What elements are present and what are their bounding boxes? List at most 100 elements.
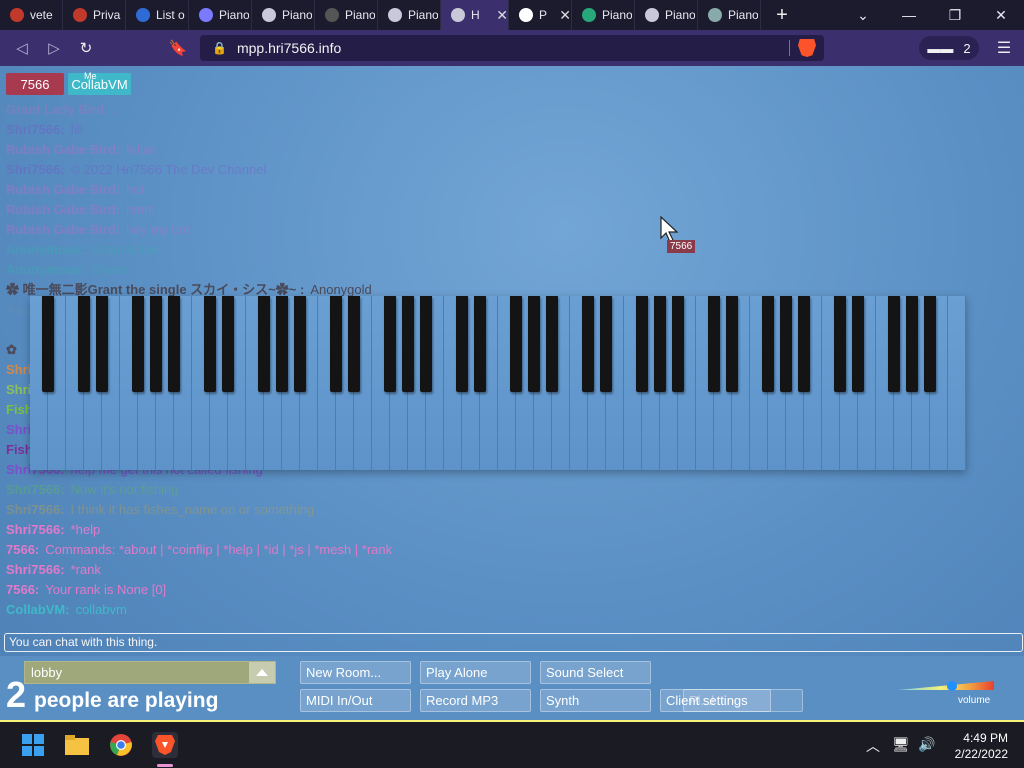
minimize-icon[interactable]: — [886,0,932,30]
chrome-icon[interactable] [108,732,134,758]
browser-tab[interactable]: Piano [315,0,378,30]
windows-start-icon[interactable] [20,732,46,758]
volume-slider[interactable] [898,680,994,694]
menu-icon[interactable]: ☰ [992,36,1016,60]
black-key[interactable] [294,296,306,392]
chat-message: CollabVM: collabvm [6,600,1006,620]
black-key[interactable] [780,296,792,392]
black-key[interactable] [42,296,54,392]
chat-author: 7566: [6,582,40,597]
forward-icon[interactable]: ▷ [42,36,66,60]
brave-shields-icon[interactable] [798,39,816,57]
browser-tab[interactable]: Piano [635,0,698,30]
tab-label: Piano [602,8,632,22]
sunglasses-icon: ▬▬ [927,40,954,56]
speaker-icon[interactable]: 🔊 [918,736,935,753]
white-key[interactable] [948,296,966,470]
record-mp3-button[interactable]: Record MP3 [420,689,531,712]
browser-tab[interactable]: Piano [189,0,252,30]
browser-tab[interactable]: Piano [252,0,315,30]
taskbar-clock[interactable]: 4:49 PM 2/22/2022 [944,730,1008,762]
player-count: 2 people are playing [6,674,218,716]
browser-tab[interactable]: Piano [698,0,761,30]
file-explorer-icon[interactable] [64,732,90,758]
black-key[interactable] [384,296,396,392]
black-key[interactable] [510,296,522,392]
brave-taskbar-icon[interactable] [152,732,178,758]
address-bar: ◁ ▷ ↻ 🔖 🔒 mpp.hri7566.info ▬▬ 2 ☰ [0,30,1024,66]
black-key[interactable] [474,296,486,392]
private-windows-button[interactable]: ▬▬ 2 [919,36,979,60]
new-tab-icon[interactable]: + [767,4,797,27]
chat-text: © 2022 Hri7566 The Dev Channel [70,162,267,177]
browser-tab[interactable]: vete [0,0,63,30]
network-icon[interactable]: 🖥 [892,736,910,753]
black-key[interactable] [852,296,864,392]
browser-tab[interactable]: Piano [378,0,441,30]
chat-message: Shri7566: Now it's not fishing [6,480,1006,500]
black-key[interactable] [726,296,738,392]
bookmark-icon[interactable]: 🔖 [166,36,190,60]
black-key[interactable] [888,296,900,392]
midi-button[interactable]: MIDI In/Out [300,689,411,712]
tab-close-icon[interactable]: ✕ [559,7,571,24]
black-key[interactable] [672,296,684,392]
browser-tab[interactable]: P ✕ [509,0,572,30]
black-key[interactable] [636,296,648,392]
chat-message: 7566: Your rank is None [0] [6,580,1006,600]
play-alone-button[interactable]: Play Alone [420,661,531,684]
chat-author: Shri7566: [6,122,65,137]
tray-chevron-icon[interactable]: ︿ [866,736,880,756]
chat-text: Anonygold [310,282,372,297]
user-tag-collabvm[interactable]: CollabVM [68,73,131,95]
black-key[interactable] [924,296,936,392]
black-key[interactable] [222,296,234,392]
black-key[interactable] [708,296,720,392]
reload-icon[interactable]: ↻ [74,36,98,60]
browser-tab[interactable]: Priva [63,0,126,30]
black-key[interactable] [654,296,666,392]
piano-keyboard[interactable] [30,296,966,470]
black-key[interactable] [798,296,810,392]
synth-button[interactable]: Synth [540,689,651,712]
black-key[interactable] [348,296,360,392]
black-key[interactable] [420,296,432,392]
player-count-number: 2 [6,674,27,715]
new-room-button[interactable]: New Room... [300,661,411,684]
browser-tab[interactable]: H ✕ [441,0,509,30]
black-key[interactable] [402,296,414,392]
black-key[interactable] [600,296,612,392]
back-icon[interactable]: ◁ [10,36,34,60]
dropdown-arrow-icon[interactable] [249,662,275,683]
black-key[interactable] [330,296,342,392]
user-tag-7566[interactable]: 7566 [6,73,64,95]
black-key[interactable] [132,296,144,392]
user-name: 7566 [20,76,50,92]
sound-select-button[interactable]: Sound Select [540,661,651,684]
black-key[interactable] [456,296,468,392]
black-key[interactable] [168,296,180,392]
tab-search-icon[interactable]: ⌄ [840,0,886,30]
black-key[interactable] [276,296,288,392]
chat-input[interactable]: You can chat with this thing. [4,633,1023,652]
chat-text: collabvm [75,602,127,617]
restore-icon[interactable]: ❐ [932,0,978,30]
black-key[interactable] [762,296,774,392]
black-key[interactable] [204,296,216,392]
browser-tab[interactable]: Piano [572,0,635,30]
black-key[interactable] [906,296,918,392]
black-key[interactable] [834,296,846,392]
client-settings-button[interactable]: Client settings [660,689,771,712]
black-key[interactable] [258,296,270,392]
black-key[interactable] [582,296,594,392]
chat-message: Shri7566: I think it has fishes_name on o… [6,500,1006,520]
black-key[interactable] [150,296,162,392]
black-key[interactable] [528,296,540,392]
black-key[interactable] [546,296,558,392]
browser-tab[interactable]: List o [126,0,189,30]
close-window-icon[interactable]: ✕ [978,0,1024,30]
black-key[interactable] [96,296,108,392]
black-key[interactable] [78,296,90,392]
tab-close-icon[interactable]: ✕ [496,7,508,24]
url-field[interactable]: 🔒 mpp.hri7566.info [200,35,824,61]
